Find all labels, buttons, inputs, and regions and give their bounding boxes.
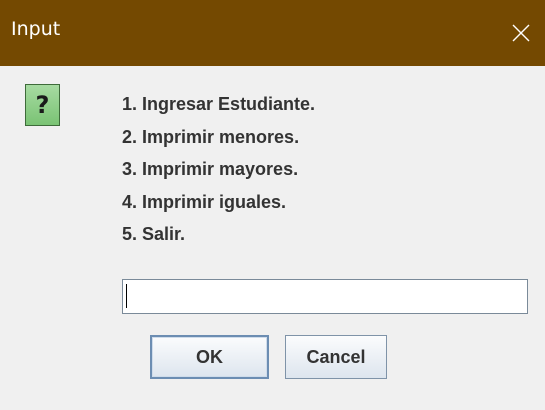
close-button[interactable] bbox=[497, 0, 545, 66]
menu-option-5: 5. Salir. bbox=[122, 224, 186, 244]
option-input-field[interactable] bbox=[122, 279, 528, 314]
menu-option-3: 3. Imprimir mayores. bbox=[122, 159, 299, 179]
cancel-button[interactable]: Cancel bbox=[285, 335, 387, 379]
question-icon-glyph: ? bbox=[35, 91, 50, 119]
menu-option-2: 2. Imprimir menores. bbox=[122, 126, 300, 147]
menu-option-1: 1. Ingresar Estudiante. bbox=[122, 94, 316, 114]
close-icon bbox=[512, 24, 530, 42]
input-dialog: Input ? 1. Ingresar Estudiante. 2. Impri… bbox=[0, 0, 545, 410]
menu-options-list: 1. Ingresar Estudiante. 2. Imprimir meno… bbox=[122, 92, 315, 255]
title-bar[interactable]: Input bbox=[0, 0, 545, 66]
window-title: Input bbox=[11, 18, 61, 40]
ok-button[interactable]: OK bbox=[150, 335, 269, 379]
menu-option-4: 4. Imprimir iguales. bbox=[122, 191, 287, 212]
text-caret bbox=[126, 284, 127, 308]
question-icon: ? bbox=[25, 84, 60, 126]
